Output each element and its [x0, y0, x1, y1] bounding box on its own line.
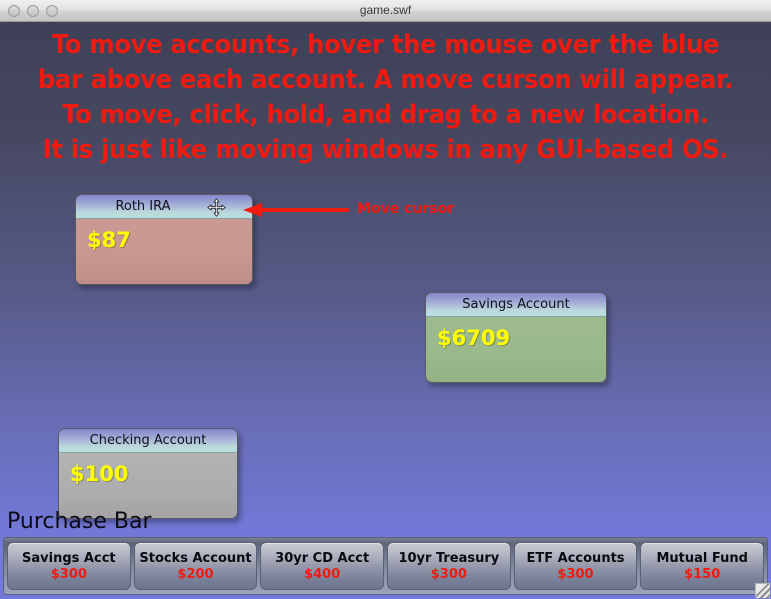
purchase-button-30yr-cd-acct[interactable]: 30yr CD Acct $400 — [260, 542, 385, 590]
account-card-roth-ira[interactable]: Roth IRA $87 — [75, 194, 253, 285]
annotation-arrow-icon — [243, 203, 262, 217]
instruction-line-1: To move accounts, hover the mouse over t… — [51, 30, 720, 60]
purchase-bar-title: Purchase Bar — [7, 509, 152, 534]
purchase-button-price: $300 — [430, 566, 467, 582]
account-body-roth-ira: $87 — [76, 219, 252, 284]
annotation-label: Move cursor — [357, 201, 455, 217]
window-titlebar: game.swf — [0, 0, 771, 22]
account-drag-handle-roth-ira[interactable]: Roth IRA — [76, 195, 252, 219]
purchase-button-label: Stocks Account — [139, 550, 252, 566]
purchase-button-etf-accounts[interactable]: ETF Accounts $300 — [513, 542, 638, 590]
resize-grip[interactable] — [755, 583, 770, 598]
purchase-button-10yr-treasury[interactable]: 10yr Treasury $300 — [387, 542, 511, 590]
account-amount-roth-ira: $87 — [87, 228, 131, 252]
account-name-savings-account: Savings Account — [462, 297, 570, 312]
account-card-savings-account[interactable]: Savings Account $6709 — [425, 292, 607, 383]
account-amount-savings-account: $6709 — [437, 326, 511, 350]
instructions-text: To move accounts, hover the mouse over t… — [27, 28, 744, 168]
account-drag-handle-checking-account[interactable]: Checking Account — [59, 429, 237, 453]
purchase-button-label: 10yr Treasury — [398, 550, 500, 566]
game-stage: To move accounts, hover the mouse over t… — [0, 22, 771, 599]
purchase-button-price: $300 — [50, 566, 87, 582]
account-name-checking-account: Checking Account — [89, 433, 207, 448]
move-cursor-annotation: Move cursor — [243, 201, 463, 221]
purchase-button-savings-acct[interactable]: Savings Acct $300 — [7, 542, 131, 590]
purchase-button-price: $400 — [304, 566, 341, 582]
purchase-button-label: ETF Accounts — [526, 550, 625, 566]
account-body-savings-account: $6709 — [426, 317, 606, 382]
purchase-button-price: $150 — [684, 566, 721, 582]
account-drag-handle-savings-account[interactable]: Savings Account — [426, 293, 606, 317]
purchase-button-mutual-fund[interactable]: Mutual Fund $150 — [640, 542, 765, 590]
account-card-checking-account[interactable]: Checking Account $100 — [58, 428, 238, 519]
application-window: game.swf To move accounts, hover the mou… — [0, 0, 771, 599]
account-amount-checking-account: $100 — [70, 462, 129, 486]
annotation-arrow-line — [261, 208, 349, 212]
move-cursor-icon — [207, 198, 226, 217]
instruction-line-4: It is just like moving windows in any GU… — [42, 135, 729, 165]
purchase-button-price: $200 — [177, 566, 214, 582]
purchase-bar: Savings Acct $300 Stocks Account $200 30yr C… — [3, 537, 768, 595]
instruction-line-3: To move, click, hold, and drag to a new … — [62, 100, 709, 130]
purchase-button-stocks-account[interactable]: Stocks Account $200 — [133, 542, 258, 590]
purchase-button-label: Mutual Fund — [656, 550, 748, 566]
purchase-button-label: 30yr CD Acct — [275, 550, 370, 566]
purchase-button-price: $300 — [557, 566, 594, 582]
instruction-line-2: bar above each account. A move curson wi… — [37, 65, 734, 95]
account-name-roth-ira: Roth IRA — [115, 199, 171, 214]
purchase-button-label: Savings Acct — [22, 550, 116, 566]
window-title: game.swf — [359, 3, 412, 17]
